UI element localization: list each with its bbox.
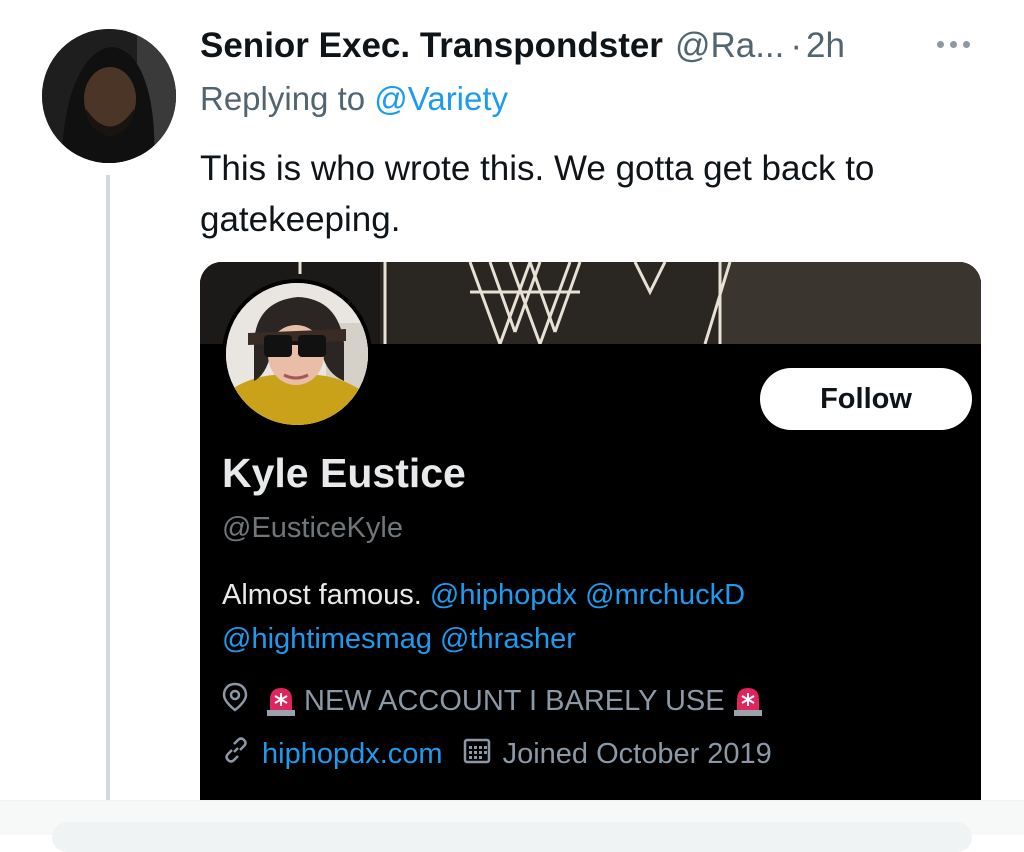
bio-mention[interactable]: @thrasher bbox=[440, 623, 576, 655]
profile-joined-date: Joined October 2019 bbox=[502, 737, 772, 770]
more-horizontal-icon[interactable] bbox=[937, 36, 981, 52]
profile-website-link[interactable]: hiphopdx.com bbox=[262, 738, 443, 771]
tweet-header: Senior Exec. Transpondster @Ra... · 2h bbox=[200, 24, 845, 68]
profile-location-row: NEW ACCOUNT I BARELY USE bbox=[222, 682, 767, 720]
profile-avatar[interactable] bbox=[222, 279, 372, 429]
link-icon bbox=[222, 736, 250, 772]
bio-text: Almost famous. bbox=[222, 579, 422, 611]
profile-location: NEW ACCOUNT I BARELY USE bbox=[304, 684, 725, 717]
profile-bio: Almost famous. @hiphopdx @mrchuckD @high… bbox=[222, 573, 962, 661]
header-separator: · bbox=[790, 26, 803, 65]
siren-emoji-icon bbox=[264, 684, 298, 718]
bio-mention[interactable]: @mrchuckD bbox=[585, 579, 745, 611]
reply-input[interactable] bbox=[52, 822, 972, 852]
calendar-icon bbox=[463, 736, 491, 772]
profile-meta-row: hiphopdx.com Joined October 2019 bbox=[222, 736, 772, 772]
author-avatar[interactable] bbox=[42, 29, 176, 163]
profile-card-image[interactable]: Follow Kyle Eustice @EusticeKyle Almost … bbox=[200, 262, 981, 807]
tweet-text: This is who wrote this. We gotta get bac… bbox=[200, 149, 875, 239]
profile-name: Kyle Eustice bbox=[222, 450, 466, 496]
author-handle[interactable]: @Ra... bbox=[675, 26, 784, 66]
bio-mention[interactable]: @hiphopdx bbox=[430, 579, 577, 611]
follow-button[interactable]: Follow bbox=[760, 368, 972, 430]
bio-mention[interactable]: @hightimesmag bbox=[222, 623, 432, 655]
author-display-name[interactable]: Senior Exec. Transpondster bbox=[200, 26, 663, 66]
replying-to-line: Replying to @Variety bbox=[200, 80, 508, 118]
replying-prefix: Replying to bbox=[200, 80, 366, 117]
location-pin-icon bbox=[222, 682, 248, 720]
tweet-timestamp[interactable]: 2h bbox=[806, 26, 845, 66]
thread-connector-line bbox=[106, 175, 110, 800]
siren-emoji-icon bbox=[731, 684, 765, 718]
profile-handle: @EusticeKyle bbox=[222, 512, 403, 544]
replying-to-mention[interactable]: @Variety bbox=[374, 80, 508, 117]
